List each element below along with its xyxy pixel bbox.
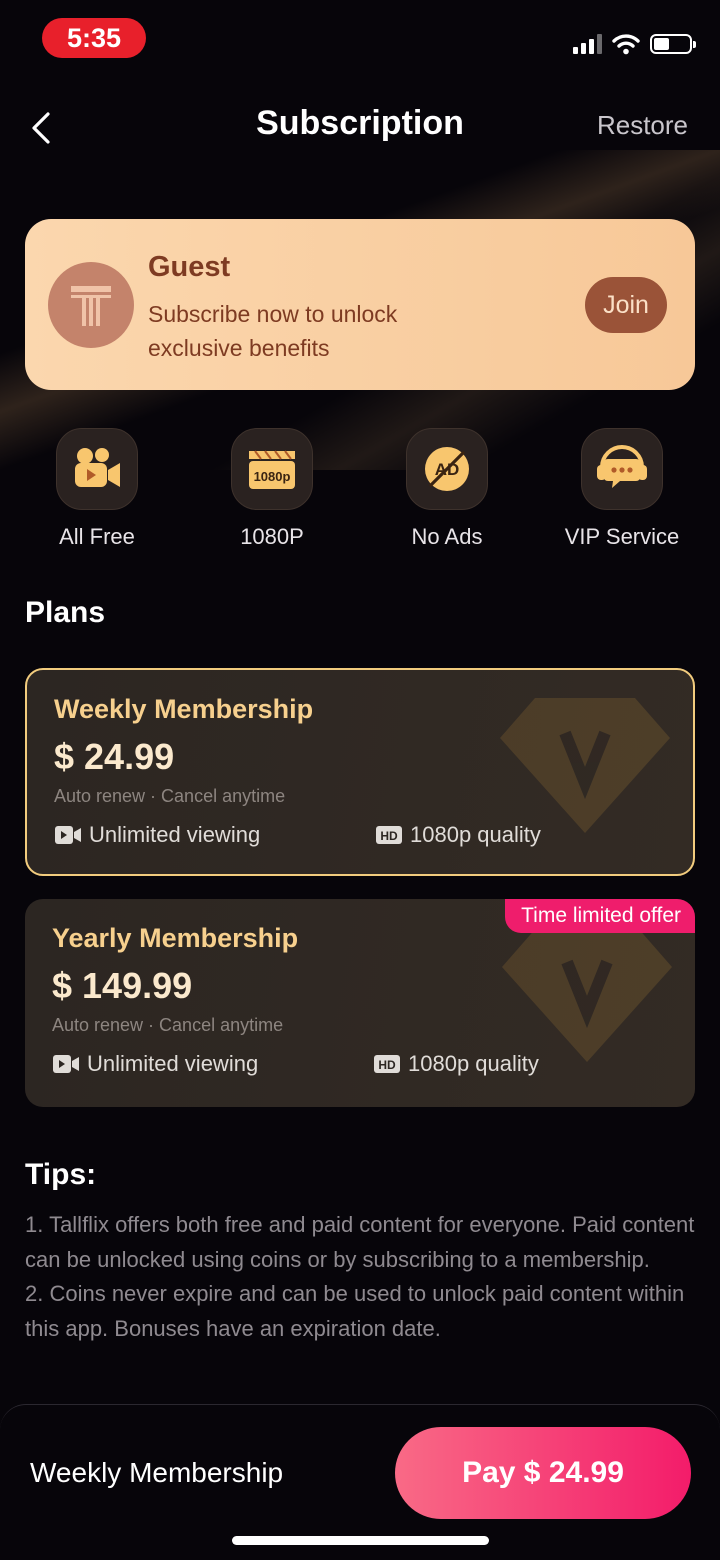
cellular-signal-icon	[573, 34, 602, 54]
svg-text:HD: HD	[378, 1058, 396, 1072]
plan-name: Yearly Membership	[52, 923, 299, 953]
status-time: 5:35	[42, 18, 146, 58]
pay-button[interactable]: Pay $ 24.99	[395, 1427, 691, 1519]
video-icon	[53, 1055, 79, 1073]
benefits-row: All Free 1080p 1080P AD No Ads	[0, 428, 720, 550]
plan-card-yearly[interactable]: Time limited offer Yearly Membership $ 1…	[25, 899, 695, 1107]
tip-item: 1. Tallflix offers both free and paid co…	[25, 1212, 695, 1272]
clapperboard-badge: 1080p	[254, 469, 291, 484]
video-camera-icon	[56, 428, 138, 510]
plan-feature-hd: HD 1080p quality	[373, 1051, 539, 1077]
plan-feature-label: 1080p quality	[408, 1051, 539, 1076]
join-button[interactable]: Join	[585, 277, 667, 333]
benefit-label: All Free	[59, 524, 135, 549]
status-icons	[573, 32, 696, 56]
video-icon	[55, 826, 81, 844]
benefit-all-free: All Free	[17, 428, 177, 550]
benefit-vip-service: VIP Service	[542, 428, 702, 550]
plan-feature-unlimited: Unlimited viewing	[54, 822, 260, 848]
guest-name: Guest	[148, 251, 231, 283]
selected-plan-label: Weekly Membership	[30, 1457, 284, 1488]
benefit-no-ads: AD No Ads	[367, 428, 527, 550]
benefit-label: No Ads	[411, 524, 483, 549]
home-indicator[interactable]	[232, 1536, 489, 1545]
hd-icon: HD	[374, 1055, 400, 1073]
plan-feature-label: 1080p quality	[410, 822, 541, 847]
plan-name: Weekly Membership	[54, 694, 314, 724]
plan-price: $ 149.99	[52, 965, 193, 1006]
diamond-v-icon	[502, 927, 672, 1062]
diamond-v-icon	[500, 698, 670, 833]
no-ads-icon: AD	[406, 428, 488, 510]
tip-item: 2. Coins never expire and can be used to…	[25, 1281, 685, 1341]
plan-note: Auto renew · Cancel anytime	[52, 1015, 284, 1035]
plan-note: Auto renew · Cancel anytime	[54, 786, 286, 806]
guest-card: Guest Subscribe now to unlock exclusive …	[25, 219, 695, 390]
battery-icon	[650, 34, 696, 54]
plan-feature-unlimited: Unlimited viewing	[52, 1051, 258, 1077]
bottom-bar: Weekly Membership Pay $ 24.99	[0, 1404, 720, 1560]
benefit-label: VIP Service	[564, 524, 680, 549]
time-limited-offer-badge: Time limited offer	[505, 899, 695, 933]
wifi-icon	[612, 34, 640, 55]
plan-feature-hd: HD 1080p quality	[375, 822, 541, 848]
plan-feature-label: Unlimited viewing	[87, 1051, 259, 1076]
clapperboard-1080p-icon: 1080p	[231, 428, 313, 510]
hd-icon: HD	[376, 826, 402, 844]
plan-price: $ 24.99	[54, 736, 175, 777]
tips-text: 1. Tallflix offers both free and paid co…	[25, 1208, 695, 1346]
guest-description: Subscribe now to unlock exclusive benefi…	[148, 301, 398, 361]
avatar	[48, 262, 134, 348]
plans-title: Plans	[25, 596, 106, 629]
benefit-label: 1080P	[240, 524, 304, 549]
plan-card-weekly[interactable]: Weekly Membership $ 24.99 Auto renew · C…	[25, 668, 695, 876]
header: Subscription Restore	[0, 96, 720, 158]
plan-feature-label: Unlimited viewing	[89, 822, 261, 847]
restore-button[interactable]: Restore	[597, 110, 688, 141]
benefit-1080p: 1080p 1080P	[192, 428, 352, 550]
tips-title: Tips:	[25, 1158, 97, 1191]
tallflix-logo-icon	[71, 286, 111, 326]
svg-text:HD: HD	[380, 829, 398, 843]
headset-chat-icon	[581, 428, 663, 510]
